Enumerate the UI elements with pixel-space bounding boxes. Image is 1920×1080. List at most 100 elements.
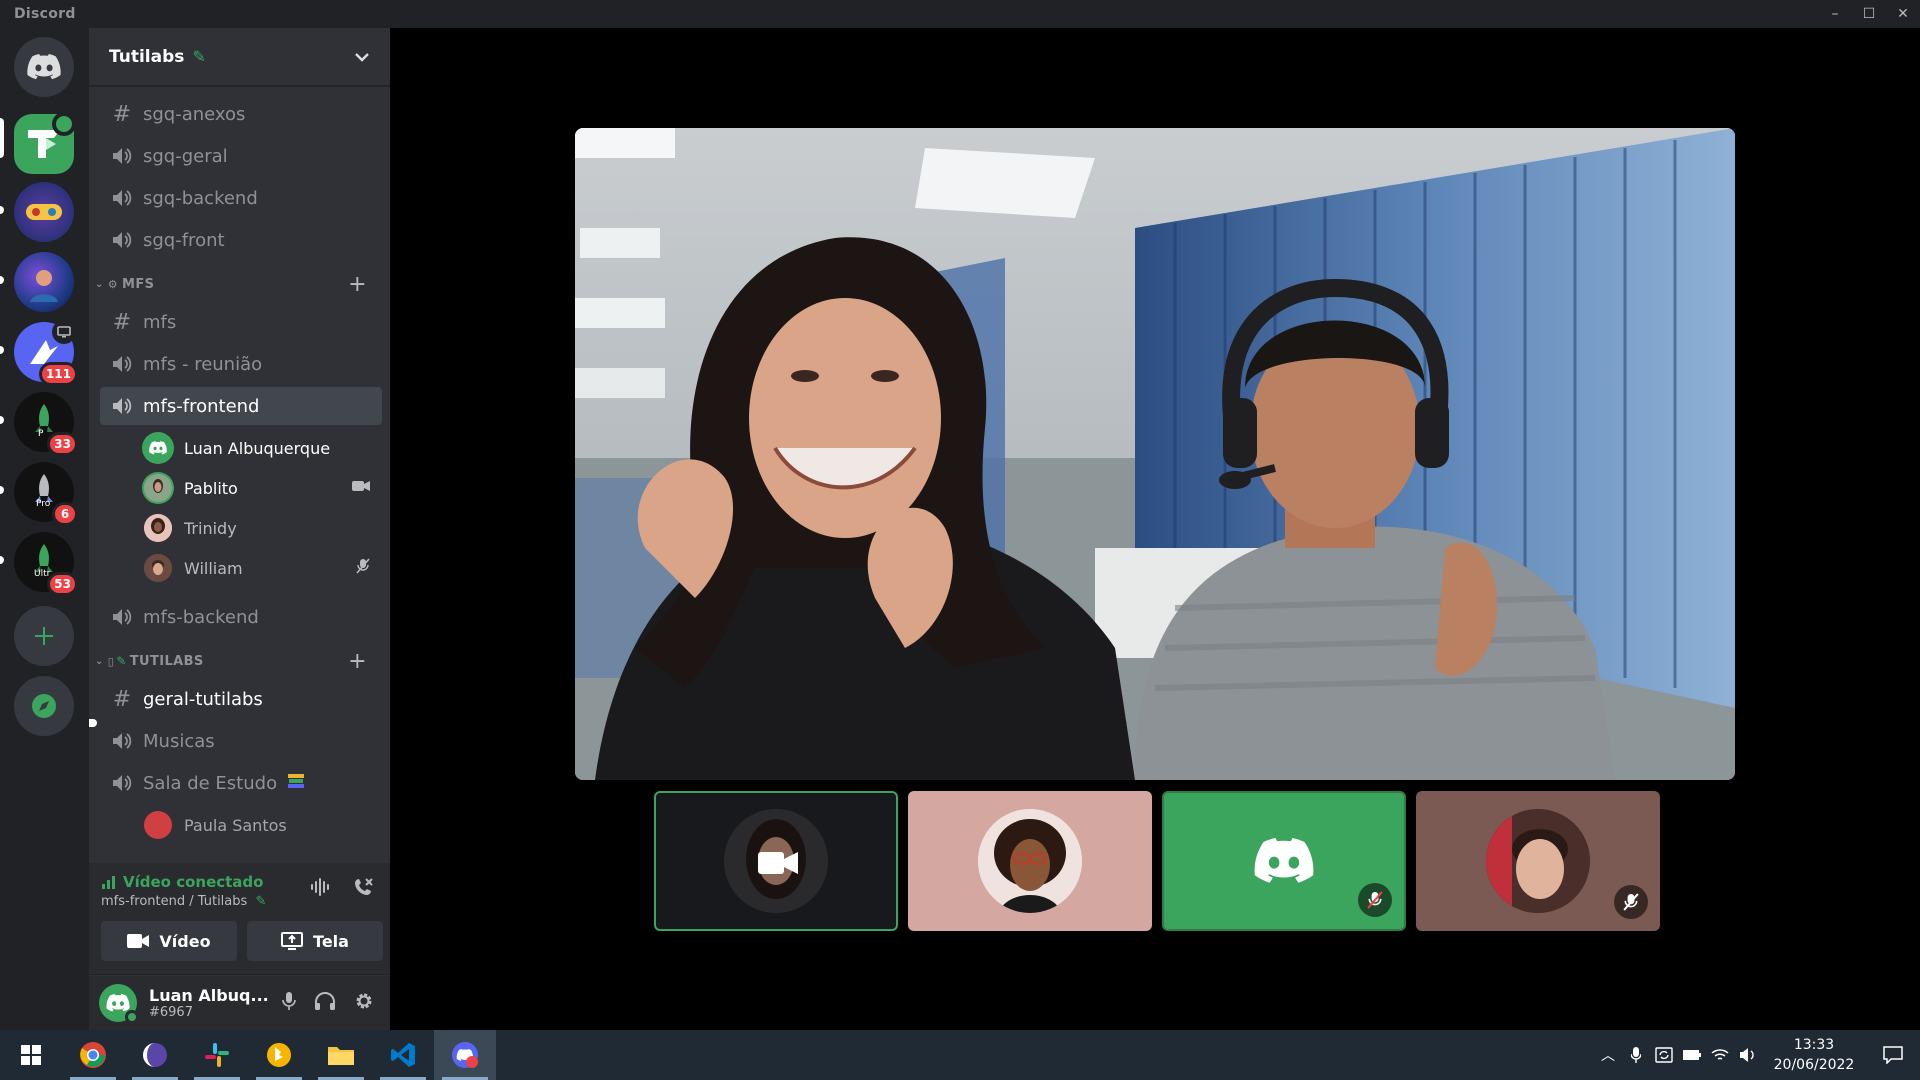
screen-share-button[interactable]: Tela [247, 921, 383, 961]
chevron-up-icon[interactable]: ︿ [1594, 1045, 1622, 1065]
channel-geral-tutilabs[interactable]: # geral-tutilabs [100, 680, 382, 718]
user-info[interactable]: Luan Albuq... #6967 [137, 986, 269, 1020]
chevron-down-icon: ⌄ [95, 278, 104, 290]
connection-status[interactable]: Vídeo conectado [101, 873, 263, 891]
connection-location[interactable]: mfs-frontend / Tutilabs ✎ [101, 894, 266, 909]
server-ultr[interactable]: Ultr 53 [14, 532, 78, 596]
start-button[interactable] [0, 1030, 62, 1080]
video-stage [390, 28, 1920, 1030]
taskbar-chrome[interactable] [62, 1030, 124, 1080]
noise-suppression-icon[interactable] [310, 877, 332, 902]
server-5[interactable]: 111 [14, 320, 78, 386]
channel-sala-de-estudo[interactable]: Sala de Estudo [100, 764, 382, 802]
vscode-icon [391, 1043, 415, 1067]
selected-pill [0, 118, 4, 158]
unread-pill [0, 206, 4, 214]
voice-user-name: Trinidy [184, 518, 237, 538]
category-tutilabs[interactable]: ⌄ ▯ ✎ TUTILABS + [95, 649, 385, 674]
taskbar-vscode[interactable] [372, 1030, 434, 1080]
category-mfs[interactable]: ⌄ ⚙ MFS + [95, 272, 385, 297]
chrome-icon [80, 1042, 106, 1068]
avatar [144, 434, 172, 462]
hashtag-icon: # [112, 101, 132, 127]
channel-label: mfs-backend [143, 606, 259, 628]
server-pro[interactable]: Pro 6 [14, 462, 78, 526]
taskbar-bing[interactable] [248, 1030, 310, 1080]
server-p[interactable]: P 33 [14, 392, 78, 456]
disconnect-icon[interactable] [352, 877, 374, 902]
games-logo-icon [26, 204, 62, 220]
speaker-icon [111, 355, 133, 373]
home-button[interactable] [14, 37, 74, 97]
participant-tile-pablito[interactable] [654, 791, 898, 931]
microphone-icon[interactable] [282, 991, 296, 1016]
channel-sgq-front[interactable]: sgq-front [100, 221, 382, 259]
channel-mfs[interactable]: # mfs [100, 303, 382, 341]
plus-icon [35, 627, 53, 645]
channel-musicas[interactable]: Musicas [100, 722, 382, 760]
sync-icon[interactable] [1650, 1047, 1678, 1063]
books-icon [287, 772, 305, 794]
discord-icon [452, 1042, 478, 1068]
clock[interactable]: 13:33 20/06/2022 [1762, 1035, 1866, 1075]
bing-icon [267, 1043, 291, 1067]
taskbar-slack[interactable] [186, 1030, 248, 1080]
explore-button[interactable] [14, 676, 74, 736]
voice-user-paula[interactable]: Paula Santos [144, 808, 380, 842]
channel-list: # sgq-anexos sgq-geral sgq-backend sgq-f… [89, 86, 390, 875]
taskbar-eclipse[interactable] [124, 1030, 186, 1080]
slack-icon [205, 1043, 229, 1067]
mention-badge: 33 [47, 432, 78, 456]
voice-user-name: Luan Albuquerque [184, 438, 331, 458]
participant-tile-william[interactable] [1416, 791, 1660, 931]
avatar [144, 554, 172, 582]
add-server-button[interactable] [14, 606, 74, 666]
channel-label: Sala de Estudo [143, 772, 278, 794]
taskbar-file-explorer[interactable] [310, 1030, 372, 1080]
minimize-button[interactable]: – [1818, 0, 1852, 28]
mention-badge: 53 [47, 572, 78, 596]
channel-label: mfs - reunião [143, 353, 263, 375]
avatar [1486, 809, 1590, 913]
server-games[interactable] [14, 182, 74, 242]
taskbar-discord[interactable] [434, 1030, 496, 1080]
close-button[interactable]: ✕ [1886, 0, 1920, 28]
connection-status-text: Vídeo conectado [123, 873, 264, 891]
battery-icon[interactable] [1678, 1049, 1706, 1061]
user-avatar[interactable] [99, 984, 139, 1024]
guild-header[interactable]: Tutilabs ✎ [89, 28, 390, 86]
create-channel-button[interactable]: + [348, 272, 367, 297]
channel-sgq-backend[interactable]: sgq-backend [100, 179, 382, 217]
maximize-button[interactable]: ☐ [1852, 0, 1886, 28]
channel-sgq-geral[interactable]: sgq-geral [100, 137, 382, 175]
create-channel-button[interactable]: + [348, 649, 367, 674]
channel-sgq-anexos[interactable]: # sgq-anexos [100, 95, 382, 133]
voice-user-william[interactable]: William [144, 551, 380, 585]
volume-icon[interactable] [1734, 1047, 1762, 1063]
voice-user-pablito[interactable]: Pablito [144, 471, 380, 505]
online-status-dot [125, 1010, 139, 1024]
settings-gear-icon[interactable] [354, 991, 374, 1016]
voice-user-trinidy[interactable]: Trinidy [144, 511, 380, 545]
channel-mfs-reuniao[interactable]: mfs - reunião [100, 345, 382, 383]
server-community[interactable] [14, 252, 74, 312]
pencil-icon: ✎ [116, 654, 127, 668]
video-button[interactable]: Vídeo [101, 921, 237, 961]
wifi-icon[interactable] [1706, 1048, 1734, 1062]
unread-pill [0, 486, 4, 494]
notification-center-button[interactable] [1866, 1046, 1920, 1064]
notification-icon [1883, 1046, 1903, 1064]
participant-tile-luan[interactable] [1162, 791, 1406, 931]
headphones-icon[interactable] [314, 991, 336, 1016]
channel-mfs-frontend[interactable]: mfs-frontend [100, 387, 382, 425]
participant-tile-trinidy[interactable] [908, 791, 1152, 931]
speaker-icon [111, 147, 133, 165]
hashtag-icon: # [112, 686, 132, 712]
avatar [144, 514, 172, 542]
server-tutilabs[interactable] [14, 112, 76, 174]
voice-user-name: Paula Santos [184, 815, 287, 835]
voice-user-luan[interactable]: Luan Albuquerque [144, 431, 380, 465]
microphone-icon[interactable] [1622, 1047, 1650, 1063]
channel-mfs-backend[interactable]: mfs-backend [100, 598, 382, 636]
focused-video-feed[interactable] [575, 128, 1735, 780]
